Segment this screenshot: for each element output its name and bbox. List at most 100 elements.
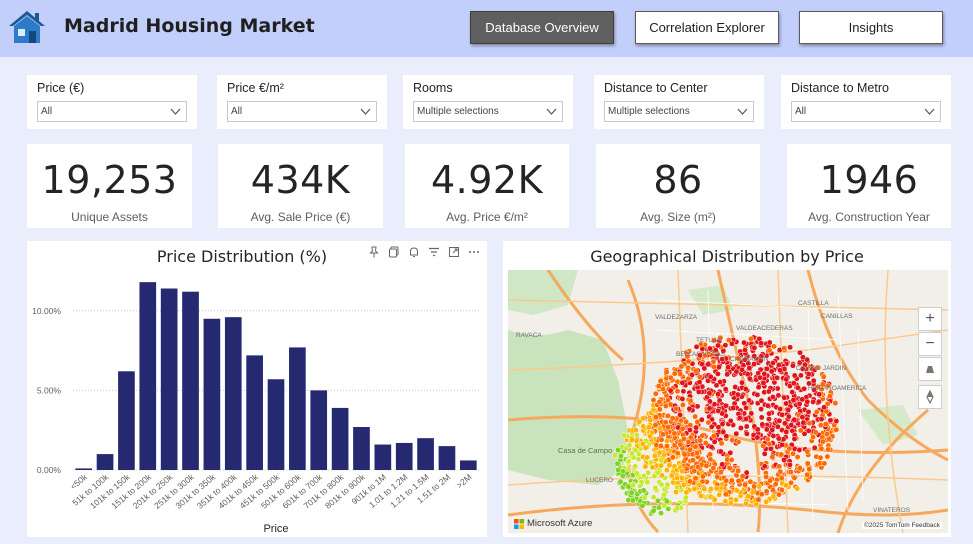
map-point[interactable]: [800, 419, 807, 426]
map-point[interactable]: [779, 411, 786, 418]
map-point[interactable]: [730, 405, 737, 411]
map-point[interactable]: [681, 451, 688, 458]
map-point[interactable]: [778, 451, 785, 458]
map-point[interactable]: [678, 363, 685, 370]
map-point[interactable]: [766, 441, 773, 448]
map-point[interactable]: [810, 398, 817, 405]
map-point[interactable]: [658, 510, 664, 517]
map-point[interactable]: [673, 489, 679, 495]
map-point[interactable]: [733, 430, 740, 437]
map-point[interactable]: [683, 489, 690, 496]
map-point[interactable]: [743, 404, 750, 411]
map-point[interactable]: [769, 394, 776, 400]
map-point[interactable]: [628, 489, 635, 496]
map-point[interactable]: [817, 422, 824, 429]
map-point[interactable]: [645, 469, 652, 476]
map-point[interactable]: [707, 451, 714, 458]
map-point[interactable]: [659, 431, 666, 438]
map-point[interactable]: [685, 375, 692, 382]
map-point[interactable]: [733, 496, 739, 503]
map-point[interactable]: [728, 340, 735, 347]
map-point[interactable]: [612, 452, 619, 459]
map-point[interactable]: [638, 479, 645, 486]
bar[interactable]: [160, 288, 178, 470]
map-point[interactable]: [711, 496, 718, 503]
map-point[interactable]: [791, 416, 798, 423]
map-point[interactable]: [652, 485, 659, 491]
map-point[interactable]: [697, 437, 704, 444]
map-point[interactable]: [711, 363, 717, 370]
map-point[interactable]: [746, 375, 753, 382]
map-point[interactable]: [650, 397, 657, 404]
map-point[interactable]: [686, 427, 693, 433]
map-point[interactable]: [687, 397, 694, 404]
map-point[interactable]: [632, 427, 639, 434]
map-point[interactable]: [634, 470, 640, 477]
map-point[interactable]: [654, 497, 661, 504]
map-point[interactable]: [776, 491, 782, 498]
map-point[interactable]: [779, 441, 785, 448]
map-point[interactable]: [725, 364, 732, 371]
map-point[interactable]: [662, 419, 669, 426]
map-point[interactable]: [794, 454, 801, 460]
map-point[interactable]: [755, 496, 762, 503]
map-point[interactable]: [797, 427, 804, 434]
map-point[interactable]: [669, 454, 676, 461]
map-point[interactable]: [806, 420, 813, 427]
map-point[interactable]: [766, 410, 773, 417]
map-point[interactable]: [777, 468, 784, 475]
map-point[interactable]: [754, 391, 761, 398]
bar[interactable]: [331, 407, 349, 470]
map-point[interactable]: [701, 486, 708, 492]
map-point[interactable]: [682, 494, 689, 501]
bar[interactable]: [246, 355, 263, 470]
map-point[interactable]: [734, 391, 741, 398]
map-point[interactable]: [739, 379, 745, 386]
map-point[interactable]: [655, 469, 662, 476]
map-point[interactable]: [706, 398, 713, 405]
map-point[interactable]: [681, 435, 687, 442]
map-point[interactable]: [629, 497, 636, 504]
map-point[interactable]: [770, 487, 776, 494]
map-point[interactable]: [742, 347, 748, 354]
map-point[interactable]: [758, 340, 765, 347]
map-point[interactable]: [672, 405, 679, 412]
map-point[interactable]: [694, 449, 701, 456]
map-point[interactable]: [679, 401, 686, 408]
map-point[interactable]: [674, 475, 681, 482]
map-point[interactable]: [771, 343, 777, 350]
map-point[interactable]: [683, 465, 690, 472]
map-point[interactable]: [787, 344, 794, 351]
map-point[interactable]: [832, 400, 839, 407]
map-point[interactable]: [717, 469, 724, 476]
map-point[interactable]: [732, 384, 739, 390]
map-point[interactable]: [699, 473, 706, 480]
bar[interactable]: [224, 317, 242, 470]
map-point[interactable]: [696, 482, 703, 489]
bar[interactable]: [203, 318, 221, 470]
compass-button[interactable]: [918, 385, 942, 409]
map-point[interactable]: [652, 390, 659, 397]
map-point[interactable]: [770, 359, 776, 366]
map-point[interactable]: [618, 453, 624, 459]
map-point[interactable]: [772, 481, 779, 488]
map-point[interactable]: [723, 477, 730, 484]
map-point[interactable]: [761, 450, 768, 457]
map-point[interactable]: [790, 380, 797, 387]
map-point[interactable]: [821, 460, 828, 467]
map-point[interactable]: [804, 460, 811, 467]
map-point[interactable]: [786, 461, 793, 468]
filter-dropdown-distance-metro[interactable]: All: [791, 101, 941, 122]
map-point[interactable]: [819, 438, 826, 445]
map-point[interactable]: [781, 345, 788, 352]
map-point[interactable]: [743, 500, 749, 507]
map-point[interactable]: [724, 371, 731, 378]
map-point[interactable]: [655, 383, 662, 390]
map-point[interactable]: [651, 452, 658, 459]
map-point[interactable]: [692, 475, 699, 482]
map-point[interactable]: [755, 384, 762, 391]
bar[interactable]: [374, 444, 392, 470]
map-point[interactable]: [801, 385, 808, 392]
map-point[interactable]: [727, 500, 734, 506]
filter-dropdown-rooms[interactable]: Multiple selections: [413, 101, 563, 122]
